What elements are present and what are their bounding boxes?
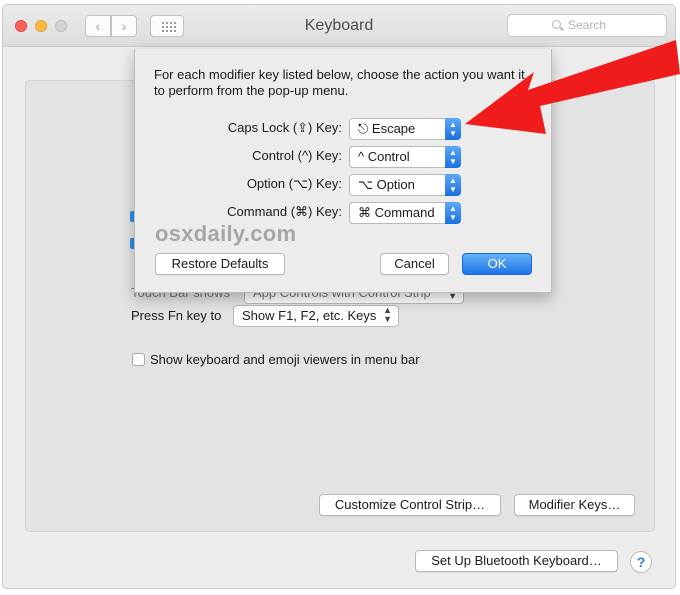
red-arrow-annotation xyxy=(465,40,680,134)
arrow-icon xyxy=(465,40,680,134)
